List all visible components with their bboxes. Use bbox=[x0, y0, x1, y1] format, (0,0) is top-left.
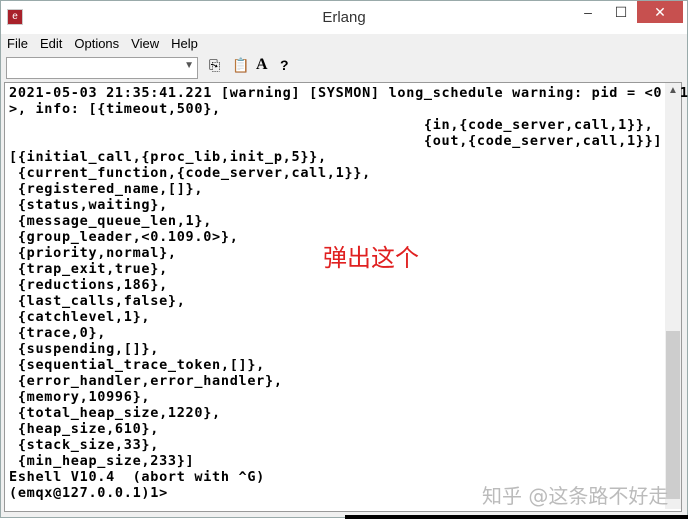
help-icon[interactable]: ? bbox=[280, 57, 289, 73]
console-line: >, info: [{timeout,500}, bbox=[9, 101, 221, 117]
close-button[interactable]: ✕ bbox=[637, 1, 683, 23]
menu-file[interactable]: File bbox=[1, 34, 34, 51]
console-line: {heap_size,610}, bbox=[9, 421, 160, 437]
console-text: 2021-05-03 21:35:41.221 [warning] [SYSMO… bbox=[9, 85, 688, 501]
scroll-up-icon[interactable]: ▲ bbox=[668, 85, 678, 96]
console-line: {min_heap_size,233}] bbox=[9, 453, 195, 469]
maximize-button[interactable]: ☐ bbox=[606, 1, 636, 23]
console-line: {out,{code_server,call,1}}] bbox=[9, 133, 663, 149]
menu-options[interactable]: Options bbox=[68, 34, 125, 51]
console-line: {current_function,{code_server,call,1}}, bbox=[9, 165, 371, 181]
console-line: {stack_size,33}, bbox=[9, 437, 160, 453]
menu-edit[interactable]: Edit bbox=[34, 34, 68, 51]
console-line: {catchlevel,1}, bbox=[9, 309, 151, 325]
console-line: {total_heap_size,1220}, bbox=[9, 405, 221, 421]
console-line: {message_queue_len,1}, bbox=[9, 213, 213, 229]
history-combo[interactable]: ▼ bbox=[6, 57, 198, 79]
vertical-scrollbar[interactable]: ▲ bbox=[665, 83, 681, 509]
console-line: {suspending,[]}, bbox=[9, 341, 160, 357]
annotation-text: 弹出这个 bbox=[323, 244, 419, 272]
console-line: {memory,10996}, bbox=[9, 389, 151, 405]
console-line: {in,{code_server,call,1}}, bbox=[9, 117, 654, 133]
console-line: [{initial_call,{proc_lib,init_p,5}}, bbox=[9, 149, 327, 165]
console-line: {error_handler,error_handler}, bbox=[9, 373, 283, 389]
font-icon[interactable]: A bbox=[256, 56, 268, 74]
toolbar: ▼ ⎘ 📋 A ? bbox=[1, 55, 687, 81]
console-line: {trace,0}, bbox=[9, 325, 107, 341]
chevron-down-icon: ▼ bbox=[184, 60, 194, 71]
copy-icon[interactable]: ⎘ bbox=[209, 57, 220, 74]
taskbar-edge bbox=[345, 515, 688, 519]
menu-bar: File Edit Options View Help bbox=[1, 34, 687, 54]
console-line: {status,waiting}, bbox=[9, 197, 168, 213]
title-bar: e Erlang ‒ ☐ ✕ bbox=[1, 1, 687, 34]
console-output[interactable]: 2021-05-03 21:35:41.221 [warning] [SYSMO… bbox=[4, 82, 688, 512]
menu-help[interactable]: Help bbox=[165, 34, 204, 51]
watermark: 知乎 @这条路不好走 bbox=[482, 484, 669, 508]
scrollbar-thumb[interactable] bbox=[666, 331, 680, 500]
console-line: {sequential_trace_token,[]}, bbox=[9, 357, 266, 373]
console-line: {reductions,186}, bbox=[9, 277, 168, 293]
menu-view[interactable]: View bbox=[125, 34, 165, 51]
paste-icon[interactable]: 📋 bbox=[232, 57, 249, 74]
minimize-button[interactable]: ‒ bbox=[573, 1, 603, 23]
console-line: 2021-05-03 21:35:41.221 [warning] [SYSMO… bbox=[9, 85, 688, 101]
console-line: {registered_name,[]}, bbox=[9, 181, 204, 197]
console-line: {last_calls,false}, bbox=[9, 293, 186, 309]
